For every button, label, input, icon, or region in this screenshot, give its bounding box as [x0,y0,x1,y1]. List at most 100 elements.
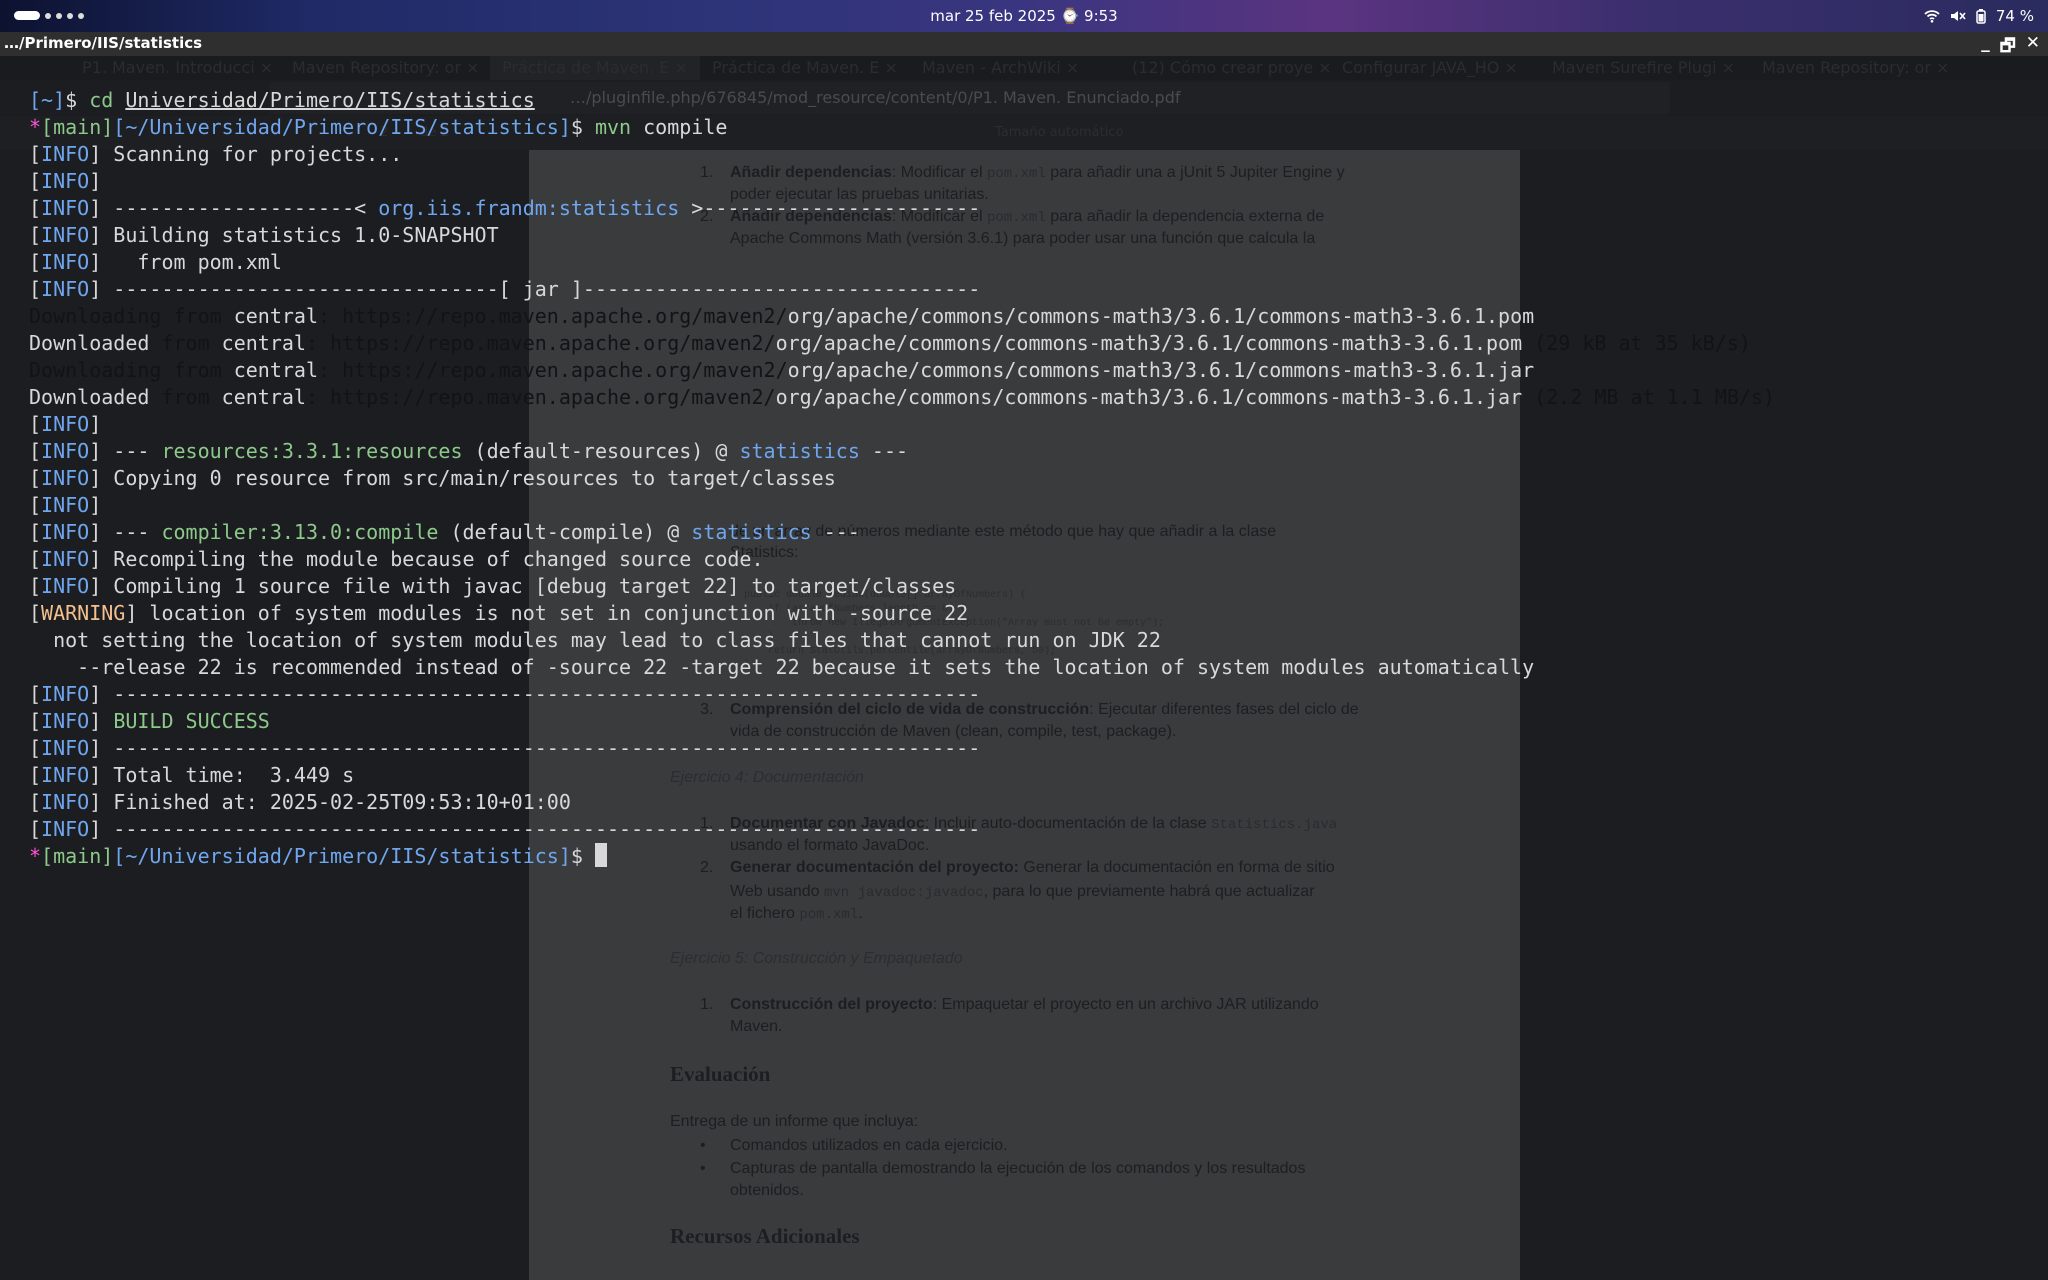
terminal-text: INFO [41,250,90,274]
browser-tab[interactable]: Configurar JAVA_HO × [1330,56,1540,80]
terminal-text: INFO [41,790,90,814]
terminal-text: INFO [41,547,90,571]
terminal-text: INFO [41,277,90,301]
terminal-line: [~]$ cd Universidad/Primero/IIS/statisti… [29,87,535,114]
terminal-text: from [173,304,234,328]
terminal-line: --release 22 is recommended instead of -… [29,654,1534,681]
pdf-text: el fichero [730,905,800,922]
pdf-code-inline: pom.xml [799,907,859,923]
terminal-line: [INFO] --- compiler:3.13.0:compile (defa… [29,519,860,546]
terminal-text: [ [29,196,42,220]
terminal-output[interactable]: [~]$ cd Universidad/Primero/IIS/statisti… [29,87,1775,870]
terminal-text: Universidad/Primero/IIS/statistics [125,88,535,112]
terminal-text: [ [29,142,42,166]
terminal-text: ] Copying 0 resource from src/main/resou… [89,466,836,490]
terminal-line: [INFO] ---------------------------------… [29,681,980,708]
terminal-text: INFO [41,709,90,733]
pdf-text: Comandos utilizados en cada ejercicio. [730,1137,1008,1154]
terminal-line: *[main][~/Universidad/Primero/IIS/statis… [29,114,727,141]
terminal-text: INFO [41,466,90,490]
terminal-text: INFO [41,142,90,166]
clock[interactable]: mar 25 feb 2025 ⌚ 9:53 [0,7,2048,25]
pdf-text: . [858,905,863,922]
browser-tab[interactable]: Práctica de Maven. E × [700,56,910,80]
terminal-text: : https://repo.maven.apache.org/maven2/ [318,304,788,328]
browser-tab[interactable]: P1. Maven. Introducci × [70,56,280,80]
terminal-text: Downloading [29,358,174,382]
pdf-text: Capturas de pantalla demostrando la ejec… [730,1160,1306,1177]
system-top-bar: mar 25 feb 2025 ⌚ 9:53 74 % [0,0,2048,32]
terminal-text: ~ [41,88,54,112]
terminal-text: [ [29,547,42,571]
terminal-text: [ [29,736,42,760]
terminal-text: INFO [41,763,90,787]
pdf-code-inline: mvn javadoc:javadoc [824,885,984,901]
list-marker: 1. [700,996,714,1013]
terminal-line: [INFO] Total time: 3.449 s [29,762,354,789]
pdf-text-line: Entrega de un informe que incluya: [670,1113,918,1131]
terminal-text: (default-compile) @ [438,520,692,544]
terminal-text: $ [570,115,595,139]
terminal-line: [INFO] --- resources:3.3.1:resources (de… [29,438,908,465]
browser-tab[interactable]: Maven Repository: or × [1750,56,1960,80]
terminal-line: [INFO] ---------------------------------… [29,735,980,762]
system-tray[interactable]: 74 % [1924,7,2034,25]
terminal-text: org/apache/commons/commons-math3/3.6.1/c… [775,331,1523,355]
terminal-text: --- [859,439,909,463]
terminal-text: statistics [691,520,812,544]
wifi-icon [1924,10,1940,23]
terminal-text: INFO [41,169,90,193]
list-marker: • [700,1137,706,1154]
terminal-text: ] from pom.xml [89,250,282,274]
browser-tab[interactable]: Maven Repository: or × [280,56,490,80]
volume-muted-icon [1950,11,1966,21]
pdf-heading-resources: Recursos Adicionales [670,1224,860,1248]
terminal-text: [ [29,466,42,490]
terminal-text: not setting the location of system modul… [29,628,1161,652]
terminal-text: --release 22 is recommended instead of -… [29,655,1535,679]
terminal-text: ] --------------------< [89,196,379,220]
terminal-text: [~/Universidad/Primero/IIS/statistics] [113,115,571,139]
terminal-text: ] [89,412,102,436]
pdf-text-line: Capturas de pantalla demostrando la ejec… [730,1160,1305,1178]
pdf-text: Entrega de un informe que incluya: [670,1113,919,1130]
pdf-text: Web usando [730,883,824,900]
terminal-text: ] [89,709,114,733]
terminal-line: [INFO] ---------------------------------… [29,816,980,843]
browser-tab[interactable]: (12) Cómo crear proye × [1120,56,1330,80]
terminal-title-bar[interactable]: …/Primero/IIS/statistics _ 🗗 ✕ [0,32,2048,56]
terminal-text: [ [29,88,42,112]
terminal-text: [main] [41,115,114,139]
terminal-line: not setting the location of system modul… [29,627,1161,654]
terminal-text: ] [89,493,102,517]
terminal-text: ] --------------------------------------… [89,736,981,760]
terminal-text: statistics [739,439,860,463]
terminal-line: [WARNING] location of system modules is … [29,600,968,627]
pdf-text-line: Web usando mvn javadoc:javadoc, para lo … [730,883,1315,901]
terminal-text: : https://repo.maven.apache.org/maven2/ [318,358,788,382]
terminal-text: ] --- [89,439,162,463]
terminal-text: from [173,358,234,382]
terminal-line: [INFO] Finished at: 2025-02-25T09:53:10+… [29,789,571,816]
pdf-text-line: Comandos utilizados en cada ejercicio. [730,1137,1007,1155]
terminal-text: ] --------------------------------[ jar … [89,277,981,301]
terminal-text: ] Compiling 1 source file with javac [de… [89,574,957,598]
browser-tab[interactable]: Maven Surefire Plugi × [1540,56,1750,80]
terminal-text: INFO [41,223,90,247]
terminal-text: [ [29,277,42,301]
browser-tab[interactable]: Maven - ArchWiki × [910,56,1120,80]
browser-tab[interactable]: Práctica de Maven. E × [490,56,700,80]
terminal-text: cd [89,88,126,112]
terminal-text: ] Finished at: 2025-02-25T09:53:10+01:00 [89,790,571,814]
terminal-text: INFO [41,520,90,544]
terminal-text: from [161,331,222,355]
terminal-line: Downloading from central: https://repo.m… [29,303,1534,330]
terminal-text: INFO [41,493,90,517]
pdf-heading-evaluation: Evaluación [670,1062,771,1086]
terminal-line: [INFO] Recompiling the module because of… [29,546,764,573]
terminal-text: ] [89,169,102,193]
terminal-text: [main] [41,844,114,868]
terminal-text: ] --------------------------------------… [89,817,981,841]
terminal-line: Downloaded from central: https://repo.ma… [29,384,1775,411]
terminal-line: Downloading from central: https://repo.m… [29,357,1534,384]
